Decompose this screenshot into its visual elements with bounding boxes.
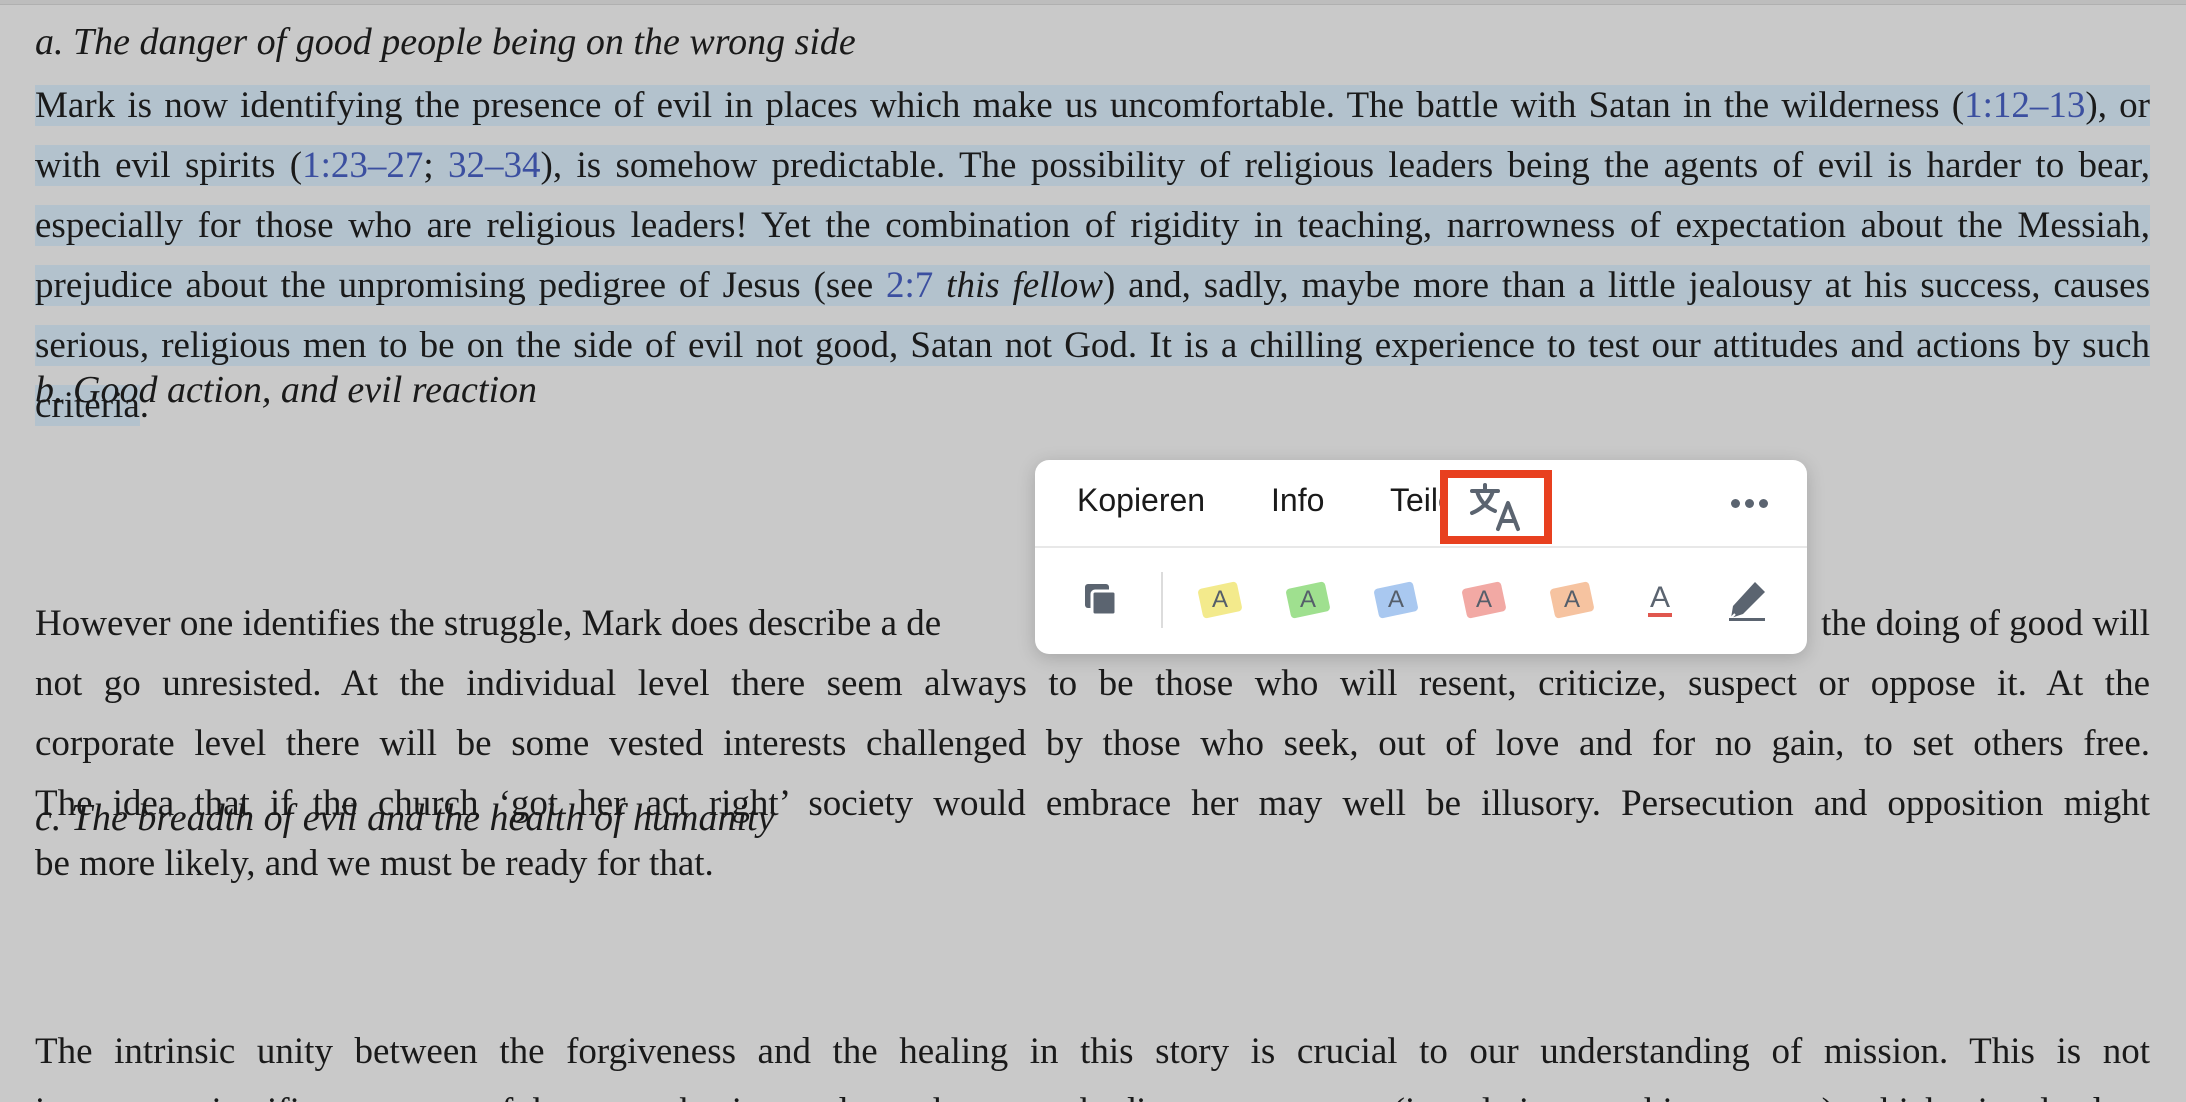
- highlight-yellow-icon: A: [1197, 581, 1243, 619]
- top-edge: [0, 0, 2186, 5]
- info-button[interactable]: Info: [1271, 482, 1324, 519]
- translate-button[interactable]: [1440, 470, 1552, 544]
- highlight-letter: A: [1387, 586, 1405, 614]
- tool-separator: [1161, 572, 1163, 628]
- copy-button[interactable]: Kopieren: [1077, 482, 1205, 519]
- ellipsis-icon: [1758, 498, 1768, 508]
- popup-actions-row: Kopieren Info Teilen: [1035, 460, 1807, 546]
- highlight-orange-button[interactable]: A: [1546, 574, 1598, 626]
- scripture-ref-2[interactable]: 1:23–27: [302, 145, 423, 186]
- translate-icon: [1470, 483, 1520, 531]
- scripture-ref-4[interactable]: 2:7: [886, 265, 933, 306]
- ellipsis-icon: [1744, 498, 1754, 508]
- scripture-ref-1[interactable]: 1:12–13: [1964, 85, 2085, 126]
- more-options-button[interactable]: [1721, 480, 1777, 526]
- highlight-blue-icon: A: [1373, 581, 1419, 619]
- copy-icon-button[interactable]: [1075, 574, 1127, 626]
- section-paragraph-c: The intrinsic unity between the forgiven…: [35, 1022, 2150, 1102]
- pen-icon: [1729, 582, 1765, 621]
- para-c-line: The intrinsic unity between the forgiven…: [35, 1031, 2150, 1072]
- para-a-text: ), is somehow predictable. The possibili…: [540, 145, 1804, 186]
- scripture-ref-3[interactable]: 32–34: [448, 145, 541, 186]
- para-a-text: ;: [423, 145, 449, 186]
- para-b-line: not go unresisted. At the individual lev…: [35, 663, 2150, 704]
- para-b-line-1-right: the doing of good will: [1821, 603, 2150, 644]
- highlight-green-button[interactable]: A: [1282, 574, 1334, 626]
- para-a-text: (: [1951, 85, 1965, 126]
- pen-button[interactable]: [1721, 574, 1773, 626]
- highlight-red-icon: A: [1461, 581, 1507, 619]
- section-heading-c: c. The breadth of evil and the health of…: [35, 797, 775, 839]
- copy-icon: [1085, 584, 1118, 617]
- para-b-line: be more likely, and we must be ready for…: [35, 843, 714, 884]
- section-paragraph-b: not go unresisted. At the individual lev…: [35, 654, 2150, 894]
- highlight-orange-icon: A: [1549, 581, 1595, 619]
- highlight-letter: A: [1211, 586, 1229, 614]
- highlight-blue-button[interactable]: A: [1370, 574, 1422, 626]
- para-b-line-1-left: However one identifies the struggle, Mar…: [35, 603, 942, 644]
- highlight-letter: A: [1475, 586, 1493, 614]
- section-heading-b: b. Good action, and evil reaction: [35, 369, 537, 411]
- popup-tools-row: A A A A A A: [1035, 548, 1807, 654]
- underline-icon: A: [1647, 583, 1672, 617]
- ellipsis-icon: [1730, 498, 1740, 508]
- para-a-line-1: Mark is now identifying the presence of …: [35, 85, 1940, 126]
- highlight-green-icon: A: [1285, 581, 1331, 619]
- highlight-letter: A: [1563, 586, 1581, 614]
- selection-popup-menu: Kopieren Info Teilen A A A A A A: [1035, 460, 1807, 654]
- underline-button[interactable]: A: [1634, 574, 1686, 626]
- para-b-line: corporate level there will be some veste…: [35, 723, 2150, 764]
- para-a-italic: this fellow: [933, 265, 1103, 306]
- highlight-red-button[interactable]: A: [1458, 574, 1510, 626]
- section-heading-a: a. The danger of good people being on th…: [35, 21, 856, 63]
- highlight-yellow-button[interactable]: A: [1194, 574, 1246, 626]
- para-a-text: ) and, sadly, maybe more: [1102, 265, 1490, 306]
- highlight-letter: A: [1299, 586, 1317, 614]
- para-c-line: in some scientific category of how much …: [35, 1082, 2150, 1102]
